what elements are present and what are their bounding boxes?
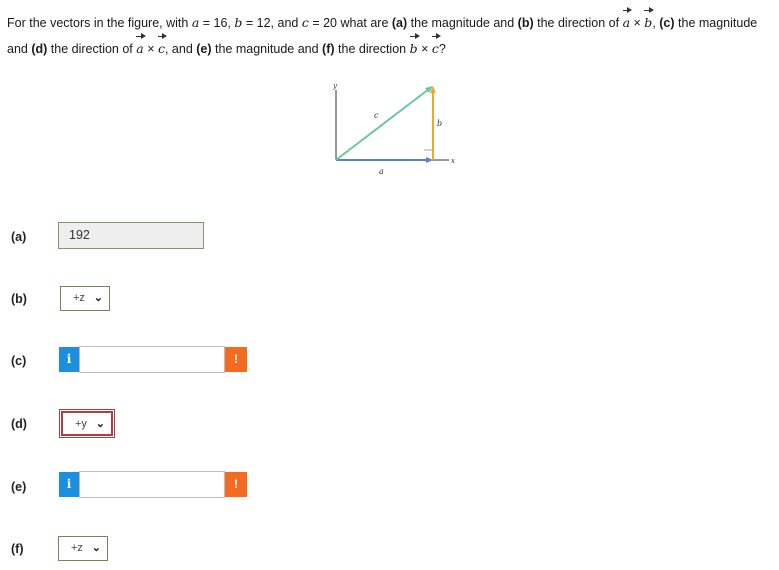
vector-figure: y x a b c (326, 78, 466, 178)
part-b-label: (b) (11, 292, 27, 306)
vector-b-label: b (437, 119, 442, 128)
part-c-label: (c) (11, 354, 27, 368)
part-c-answer-input[interactable] (79, 346, 225, 373)
part-d-label: (d) (11, 417, 27, 431)
question-segment: , and (164, 42, 197, 56)
part-c-warning-icon[interactable]: ! (225, 347, 247, 372)
vector-a-label: a (379, 167, 384, 176)
part-f-selected-value: +z (71, 542, 83, 554)
part-e-info-icon[interactable]: i (59, 472, 79, 497)
part-e-label: (e) (11, 480, 27, 494)
question-segment: the direction of (47, 42, 137, 56)
vector-a-symbol: a (622, 7, 633, 34)
question-segment: For the vectors in the figure, with (7, 16, 192, 30)
vector-b-symbol: b (644, 7, 655, 34)
part-b-marker: (b) (517, 16, 534, 30)
variable-c: c (301, 15, 309, 30)
vector-diagram: y x a b c (332, 82, 455, 176)
vector-b-symbol: b (409, 33, 420, 60)
vector-a-arrowhead (426, 157, 433, 163)
cross-symbol: × (143, 42, 158, 56)
part-c-marker: (c) (659, 16, 675, 30)
part-d-direction-select[interactable]: +y ⌄ (59, 409, 115, 438)
part-f-label: (f) (11, 542, 24, 556)
cross-symbol: × (630, 16, 645, 30)
question-segment: the magnitude and (211, 42, 323, 56)
vector-c-symbol: c (431, 33, 441, 60)
question-segment: the direction of (533, 16, 623, 30)
part-b-selected-value: +z (73, 292, 85, 304)
part-f-marker: (f) (322, 42, 335, 56)
part-f-direction-select[interactable]: +z ⌄ (58, 536, 108, 561)
x-axis-label: x (451, 157, 455, 165)
chevron-down-icon: ⌄ (91, 542, 101, 554)
vector-c-symbol: c (157, 33, 168, 60)
y-axis-label: y (332, 82, 338, 90)
question-segment: ? (438, 42, 446, 56)
part-e-answer-input[interactable] (79, 471, 225, 498)
question-text: For the vectors in the figure, with a = … (7, 7, 767, 61)
part-e-warning-icon[interactable]: ! (225, 472, 247, 497)
part-a-marker: (a) (391, 16, 408, 30)
chevron-down-icon: ⌄ (95, 418, 105, 430)
chevron-down-icon: ⌄ (93, 292, 103, 304)
cross-symbol: × (417, 42, 432, 56)
part-d-selected-value: +y (75, 418, 87, 430)
question-segment: the magnitude and (407, 16, 518, 30)
question-segment: = 12, and (242, 16, 302, 30)
part-e-marker: (e) (196, 42, 212, 56)
part-b-direction-select[interactable]: +z ⌄ (60, 286, 110, 311)
vector-c-label: c (374, 111, 379, 120)
part-a-label: (a) (11, 230, 27, 244)
question-segment: = 20 what are (308, 16, 392, 30)
vector-a-symbol: a (136, 33, 147, 60)
part-c-info-icon[interactable]: i (59, 347, 79, 372)
question-segment: the direction (334, 42, 410, 56)
part-d-marker: (d) (31, 42, 48, 56)
part-a-answer-field[interactable]: 192 (58, 222, 204, 249)
question-segment: = 16, (199, 16, 235, 30)
vector-c-arrow (335, 88, 430, 161)
